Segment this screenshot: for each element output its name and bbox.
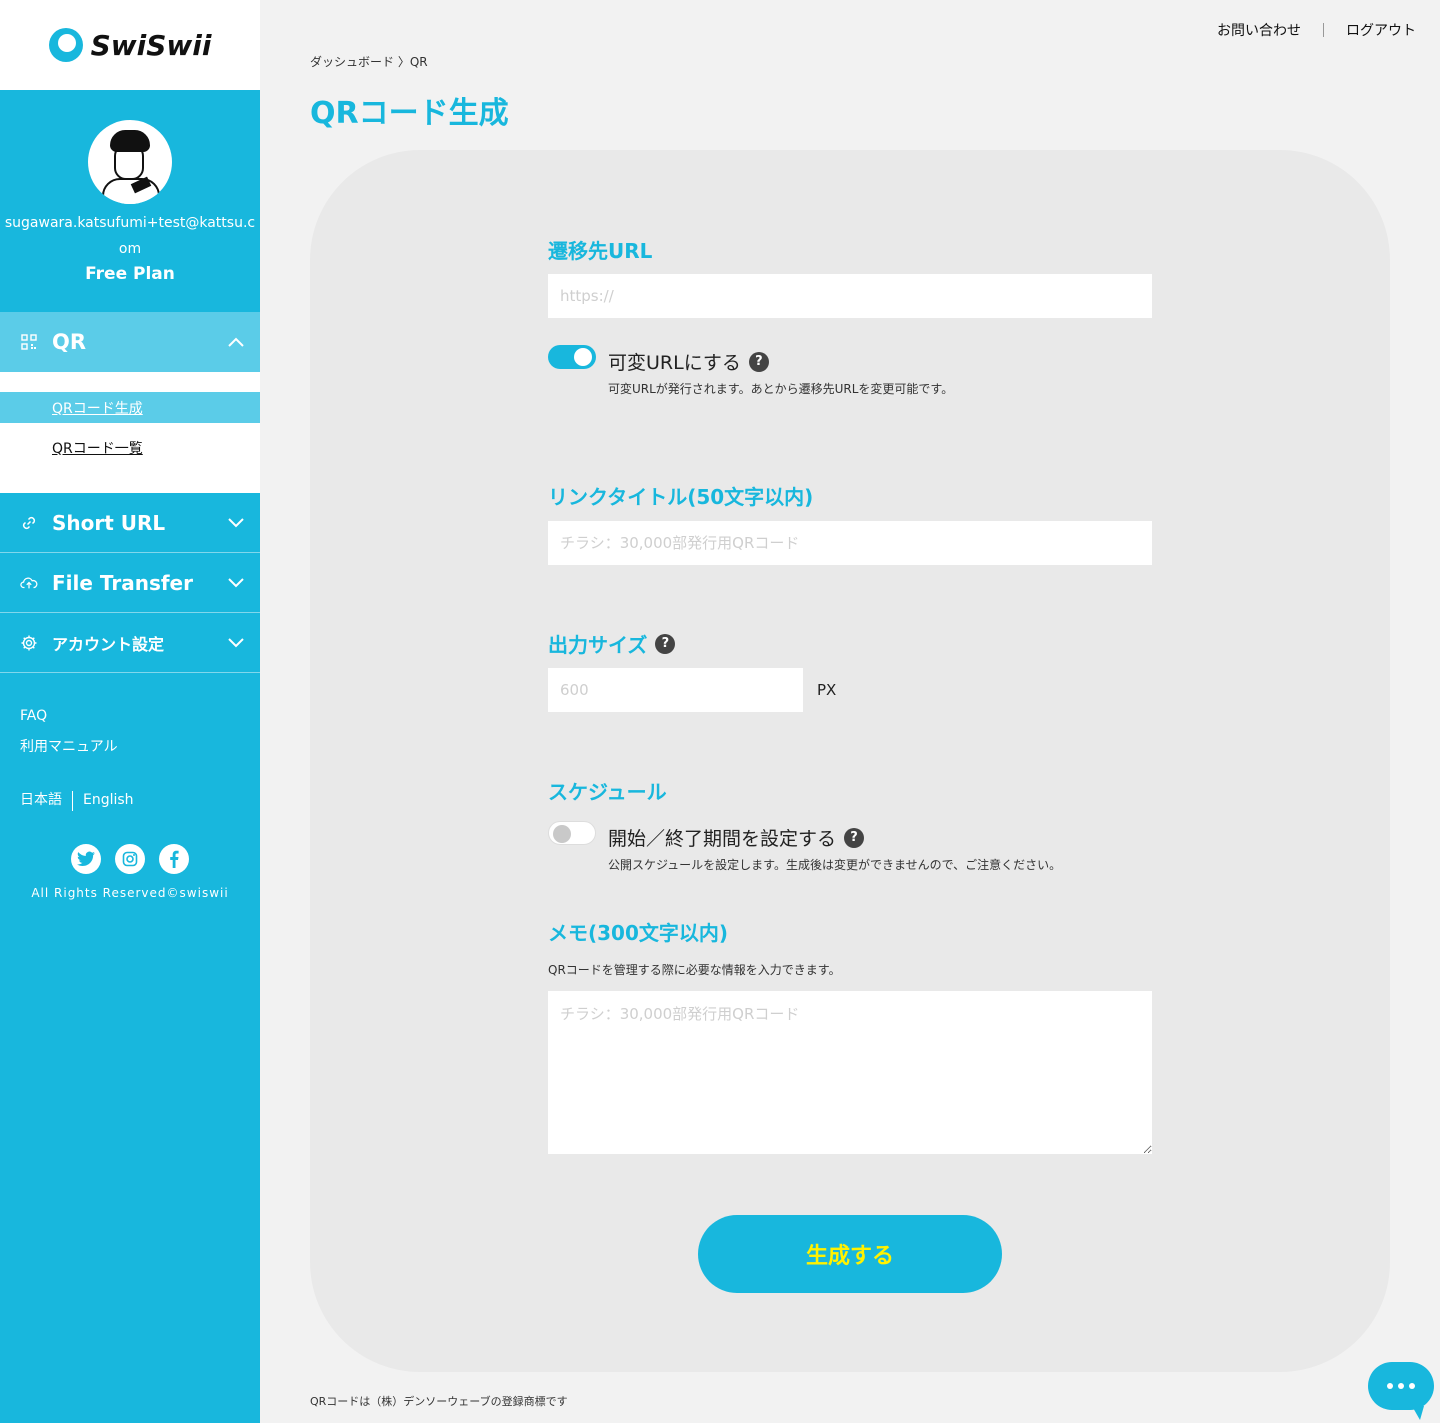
schedule-label: スケジュール xyxy=(548,780,667,804)
breadcrumb[interactable]: ダッシュボード 〉QR xyxy=(310,53,428,70)
toggle-knob xyxy=(553,825,571,843)
contact-link[interactable]: お問い合わせ xyxy=(1217,20,1301,40)
link-title-label: リンクタイトル(50文字以内) xyxy=(548,485,814,509)
chevron-up-icon xyxy=(224,333,248,352)
copyright: All Rights Reserved©swiswii xyxy=(31,886,229,900)
user-profile: sugawara.katsufumi+test@kattsu.com Free … xyxy=(0,90,260,312)
instagram-icon[interactable] xyxy=(115,844,145,874)
link-icon xyxy=(20,514,38,532)
help-icon[interactable]: ? xyxy=(748,351,769,372)
logo-mark-icon xyxy=(48,28,83,62)
qr-submenu: QRコード生成 QRコード一覧 xyxy=(0,372,260,493)
lang-japanese[interactable]: 日本語 xyxy=(20,785,62,816)
sidebar-links: FAQ 利用マニュアル 日本語 English xyxy=(0,673,260,816)
variable-url-toggle[interactable] xyxy=(548,345,596,369)
user-email: sugawara.katsufumi+test@kattsu.com xyxy=(4,215,256,257)
sidebar-item-account-settings[interactable]: アカウント設定 xyxy=(0,613,260,673)
submenu-item-qr-create[interactable]: QRコード生成 xyxy=(0,392,260,423)
chat-icon[interactable] xyxy=(1368,1362,1434,1420)
url-input[interactable] xyxy=(548,274,1152,318)
chevron-down-icon xyxy=(224,513,248,532)
logo-text: SwiSwii xyxy=(90,28,212,62)
help-icon[interactable]: ? xyxy=(655,633,676,654)
avatar xyxy=(88,120,172,204)
cloud-upload-icon xyxy=(20,574,38,592)
faq-link[interactable]: FAQ xyxy=(20,701,240,732)
schedule-toggle[interactable] xyxy=(548,821,596,845)
sidebar-item-label: QR xyxy=(52,330,87,354)
chevron-down-icon xyxy=(224,633,248,652)
generate-button[interactable]: 生成する xyxy=(698,1215,1002,1293)
sidebar-item-label: File Transfer xyxy=(52,570,193,595)
toggle-knob xyxy=(574,348,592,366)
submenu-item-qr-list[interactable]: QRコード一覧 xyxy=(0,432,260,463)
schedule-toggle-label: 開始／終了期間を設定する ? xyxy=(608,824,865,851)
footer-note: QRコードは（株）デンソーウェーブの登録商標です xyxy=(310,1395,568,1408)
variable-url-toggle-label: 可変URLにする ? xyxy=(608,348,769,375)
variable-url-note: 可変URLが発行されます。あとから遷移先URLを変更可能です。 xyxy=(608,382,954,396)
facebook-icon[interactable] xyxy=(159,844,189,874)
header-links: お問い合わせ ログアウト xyxy=(1217,20,1416,40)
qr-icon xyxy=(20,333,38,351)
header-divider xyxy=(1323,23,1324,37)
sidebar-item-label: アカウント設定 xyxy=(52,634,165,654)
lang-english[interactable]: English xyxy=(83,785,134,816)
output-size-label-text: 出力サイズ xyxy=(548,633,648,657)
output-size-label: 出力サイズ ? xyxy=(548,629,676,658)
url-label: 遷移先URL xyxy=(548,239,653,263)
logout-link[interactable]: ログアウト xyxy=(1346,20,1416,40)
page-title: QRコード生成 xyxy=(310,96,509,131)
link-title-input[interactable] xyxy=(548,521,1152,565)
sidebar: SwiSwii sugawara.katsufumi+test@kattsu.c… xyxy=(0,0,260,1423)
output-size-input[interactable] xyxy=(548,668,803,712)
schedule-toggle-label-text: 開始／終了期間を設定する xyxy=(608,828,837,850)
variable-url-label-text: 可変URLにする xyxy=(608,352,741,374)
chevron-down-icon xyxy=(224,573,248,592)
lang-divider xyxy=(72,790,73,811)
sidebar-item-short-url[interactable]: Short URL xyxy=(0,493,260,553)
user-plan: Free Plan xyxy=(85,264,175,284)
gear-icon xyxy=(20,634,38,652)
size-unit: PX xyxy=(817,681,837,699)
twitter-icon[interactable] xyxy=(71,844,101,874)
sidebar-item-label: Short URL xyxy=(52,510,166,535)
manual-link[interactable]: 利用マニュアル xyxy=(20,732,240,763)
logo[interactable]: SwiSwii xyxy=(0,0,260,90)
schedule-note: 公開スケジュールを設定します。生成後は変更ができませんので、ご注意ください。 xyxy=(608,858,1062,872)
help-icon[interactable]: ? xyxy=(844,827,865,848)
memo-textarea[interactable] xyxy=(548,991,1152,1154)
sidebar-item-qr[interactable]: QR xyxy=(0,312,260,372)
memo-label: メモ(300文字以内) xyxy=(548,921,729,945)
sidebar-item-file-transfer[interactable]: File Transfer xyxy=(0,553,260,613)
social-links xyxy=(0,844,260,874)
language-switcher: 日本語 English xyxy=(20,785,240,816)
form-card xyxy=(310,150,1390,1372)
memo-note: QRコードを管理する際に必要な情報を入力できます。 xyxy=(548,963,841,977)
